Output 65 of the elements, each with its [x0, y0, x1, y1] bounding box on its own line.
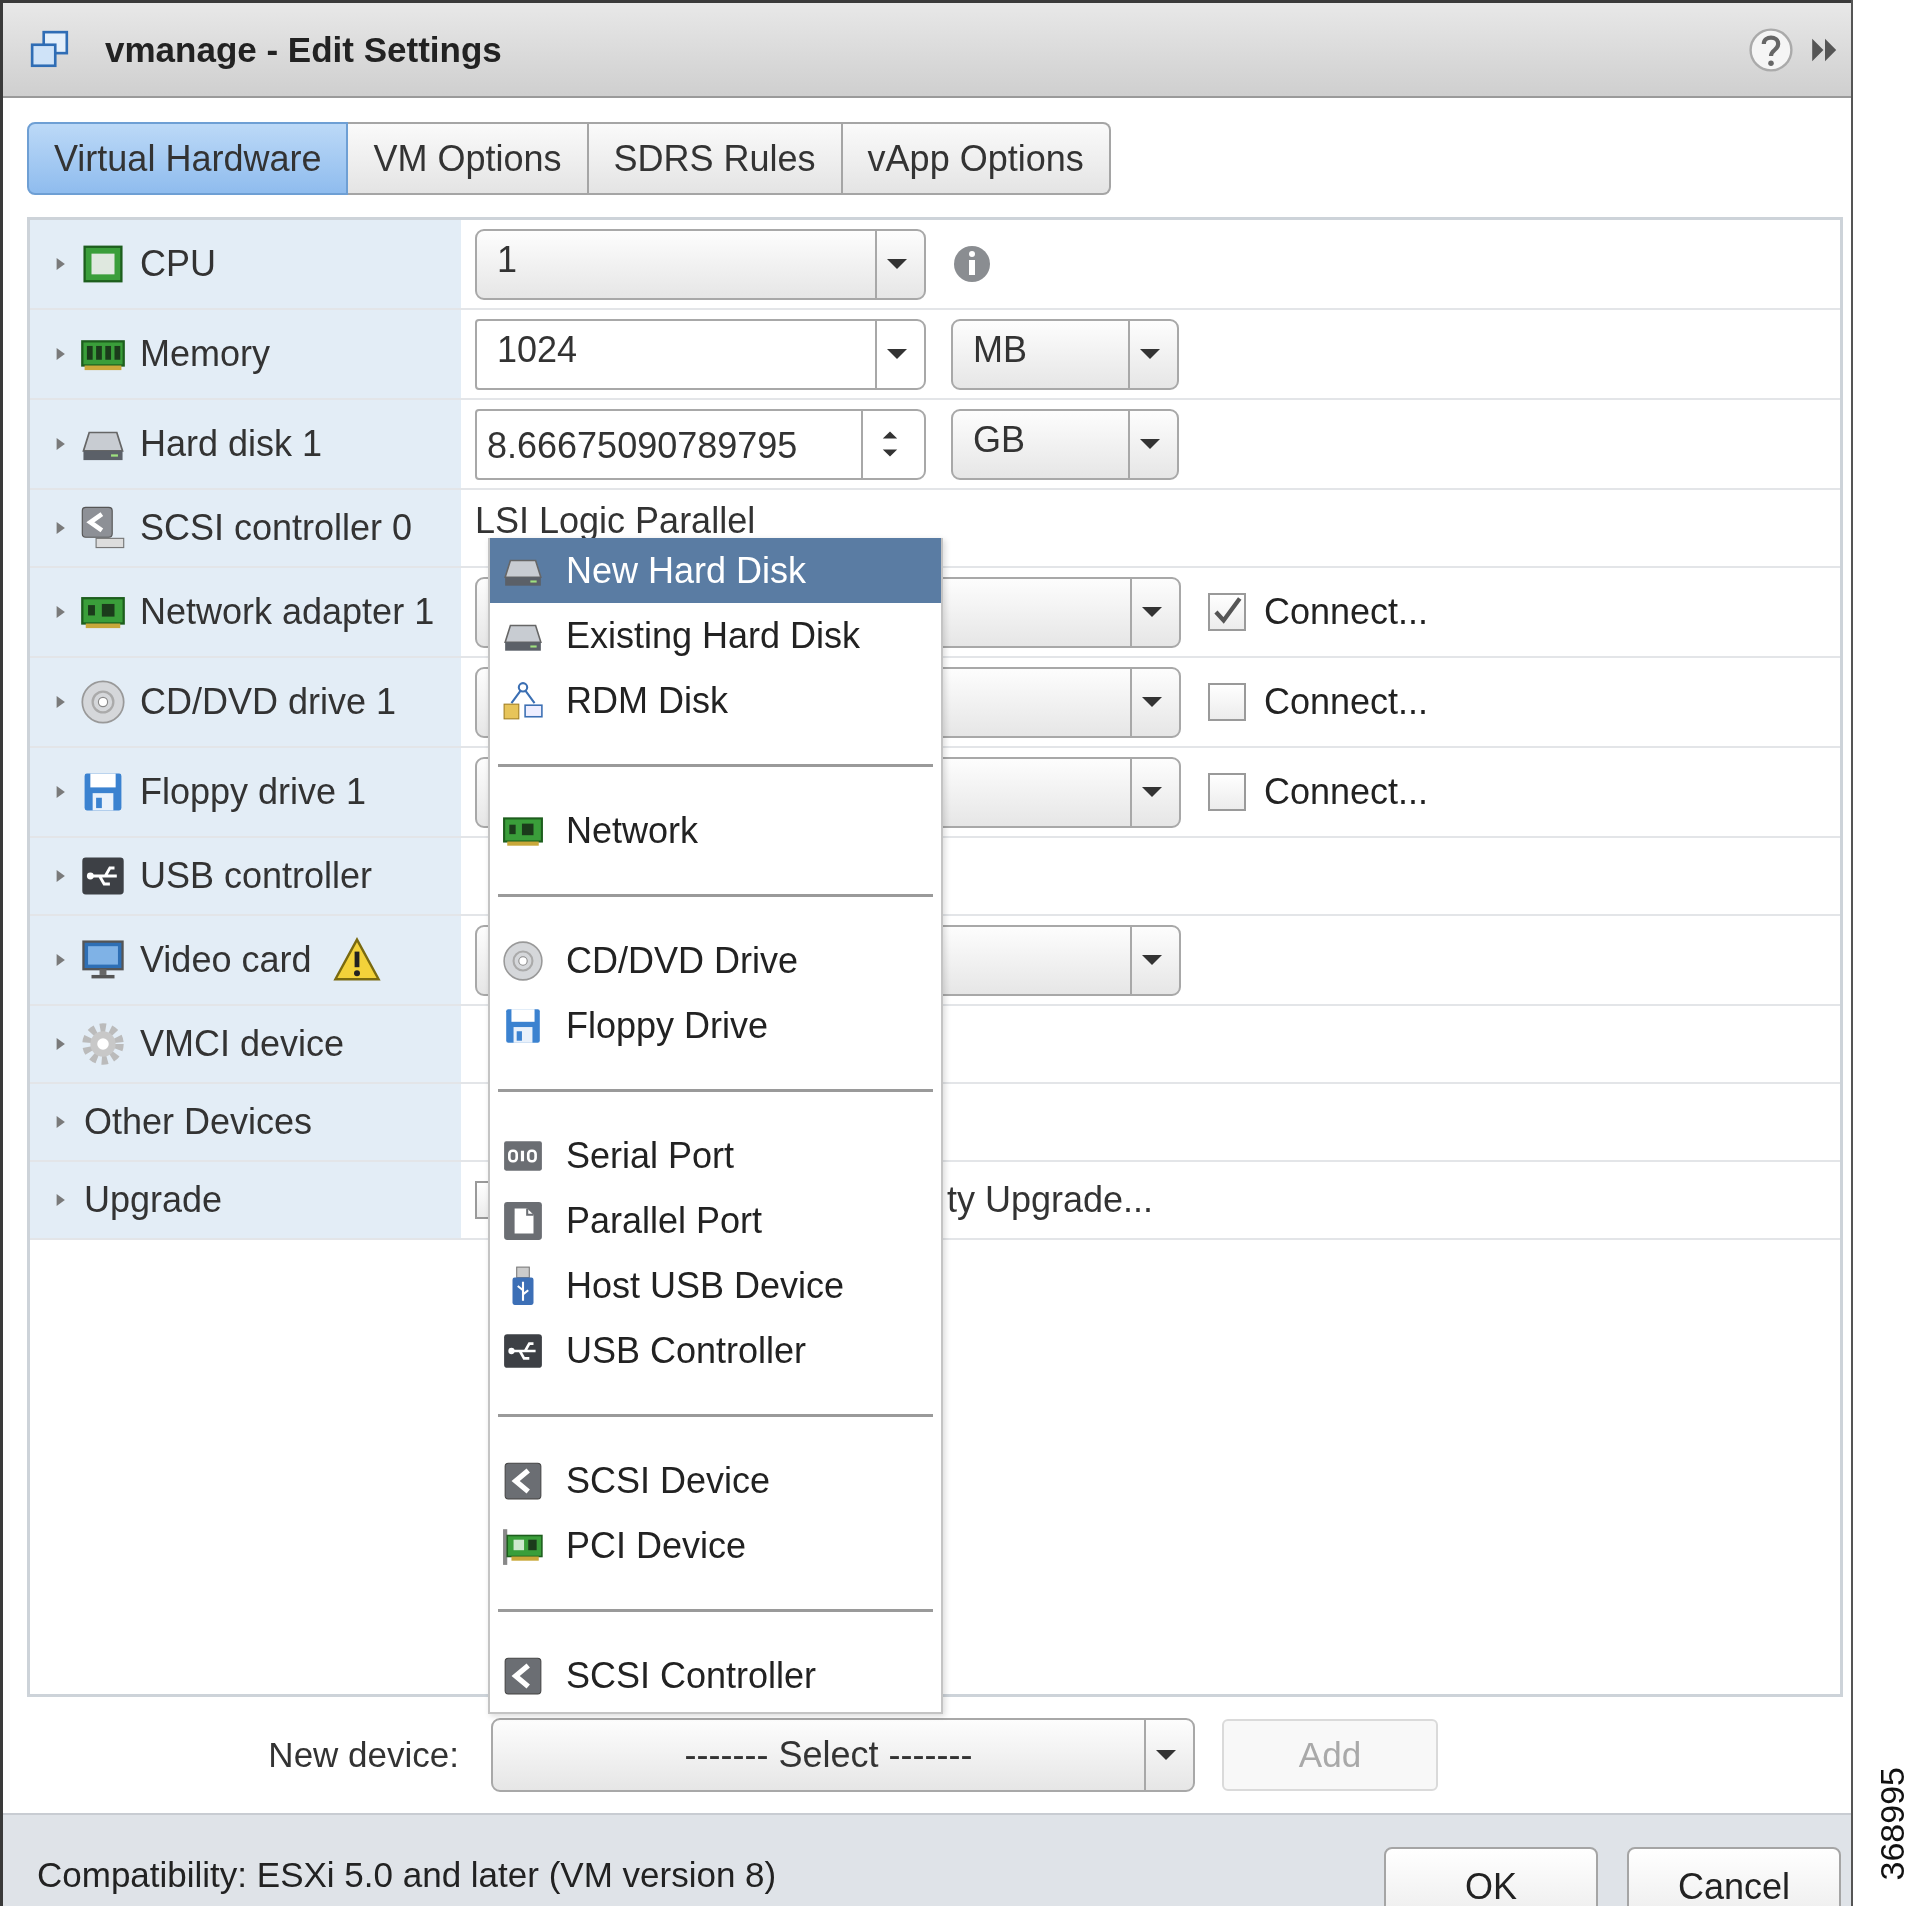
compatibility-text: Compatibility: ESXi 5.0 and later (VM version 8)	[37, 1855, 777, 1895]
menu-item[interactable]: Existing Hard Disk	[490, 603, 941, 668]
connect-label: Connect...	[1264, 591, 1429, 633]
menu-item[interactable]: SCSI Controller	[490, 1643, 941, 1708]
device-label: SCSI controller 0	[140, 507, 413, 549]
disc-icon	[502, 939, 544, 982]
menu-item[interactable]: Network	[490, 798, 941, 863]
caret-icon	[886, 258, 908, 270]
connect-label: Connect...	[1264, 681, 1429, 723]
combo-box[interactable]: 1024	[475, 318, 926, 390]
disc-icon	[80, 679, 126, 725]
device-label: Network adapter 1	[140, 591, 435, 633]
caret-icon	[1139, 348, 1161, 360]
checkbox[interactable]	[1208, 593, 1246, 631]
help-icon[interactable]	[1747, 25, 1795, 74]
menu-item[interactable]: PCI Device	[490, 1513, 941, 1578]
tab[interactable]: vApp Options	[842, 122, 1111, 195]
device-label: Video card	[140, 939, 312, 981]
checkbox[interactable]	[1208, 773, 1246, 811]
caret-icon	[1141, 954, 1163, 966]
device-label: USB controller	[140, 855, 373, 897]
device-label: CPU	[140, 243, 216, 285]
device-label: VMCI device	[140, 1023, 345, 1065]
caret-icon	[886, 348, 908, 360]
window-title: vmanage - Edit Settings	[105, 29, 502, 70]
tab[interactable]: VM Options	[348, 122, 589, 195]
device-label: Floppy drive 1	[140, 771, 367, 813]
menu-item[interactable]: SCSI Device	[490, 1448, 941, 1513]
connect-label: Connect...	[1264, 771, 1429, 813]
device-dropdown[interactable]: ------- Select -------	[491, 1718, 1195, 1792]
checkbox[interactable]	[1208, 683, 1246, 721]
menu-item[interactable]: RDM Disk	[490, 668, 941, 733]
caret-icon	[1141, 606, 1163, 618]
menu-item[interactable]: New Hard Disk	[490, 538, 941, 603]
menu-item[interactable]: Host USB Device	[490, 1253, 941, 1318]
number-field[interactable]: 8.66675090789795	[475, 408, 926, 480]
device-label: CD/DVD drive 1	[140, 681, 397, 723]
menu-item[interactable]: Parallel Port	[490, 1188, 941, 1253]
document-icon	[502, 1199, 544, 1242]
upgrade-label: ty Upgrade...	[947, 1179, 1154, 1221]
network-nodes-icon	[502, 679, 544, 722]
menu-item[interactable]: USB Controller	[490, 1318, 941, 1383]
controller-icon	[80, 505, 126, 551]
unit-dropdown[interactable]: MB	[951, 318, 1179, 390]
new-device-label: New device:	[267, 1735, 460, 1775]
info-icon[interactable]	[952, 244, 992, 284]
menu-item[interactable]: Floppy Drive	[490, 993, 941, 1058]
dropdown[interactable]: 1	[475, 228, 926, 300]
caret-icon	[1139, 438, 1161, 450]
device-label: Upgrade	[84, 1179, 223, 1221]
device-label: Memory	[140, 333, 270, 375]
menu-item[interactable]: CD/DVD Drive	[490, 928, 941, 993]
figure-number: 368995	[1872, 1766, 1912, 1880]
caret-icon	[1141, 696, 1163, 708]
unit-dropdown[interactable]: GB	[951, 408, 1179, 480]
device-label: Hard disk 1	[140, 423, 323, 465]
ok-button[interactable]: OK	[1384, 1847, 1598, 1906]
caret-icon	[1155, 1749, 1177, 1761]
tab[interactable]: SDRS Rules	[588, 122, 843, 195]
caret-icon	[1141, 786, 1163, 798]
menu-item[interactable]: Serial Port	[490, 1123, 941, 1188]
gear-icon	[80, 1021, 126, 1067]
device-label: Other Devices	[84, 1101, 313, 1143]
tab[interactable]: Virtual Hardware	[27, 122, 349, 195]
cancel-button[interactable]: Cancel	[1627, 1847, 1841, 1906]
